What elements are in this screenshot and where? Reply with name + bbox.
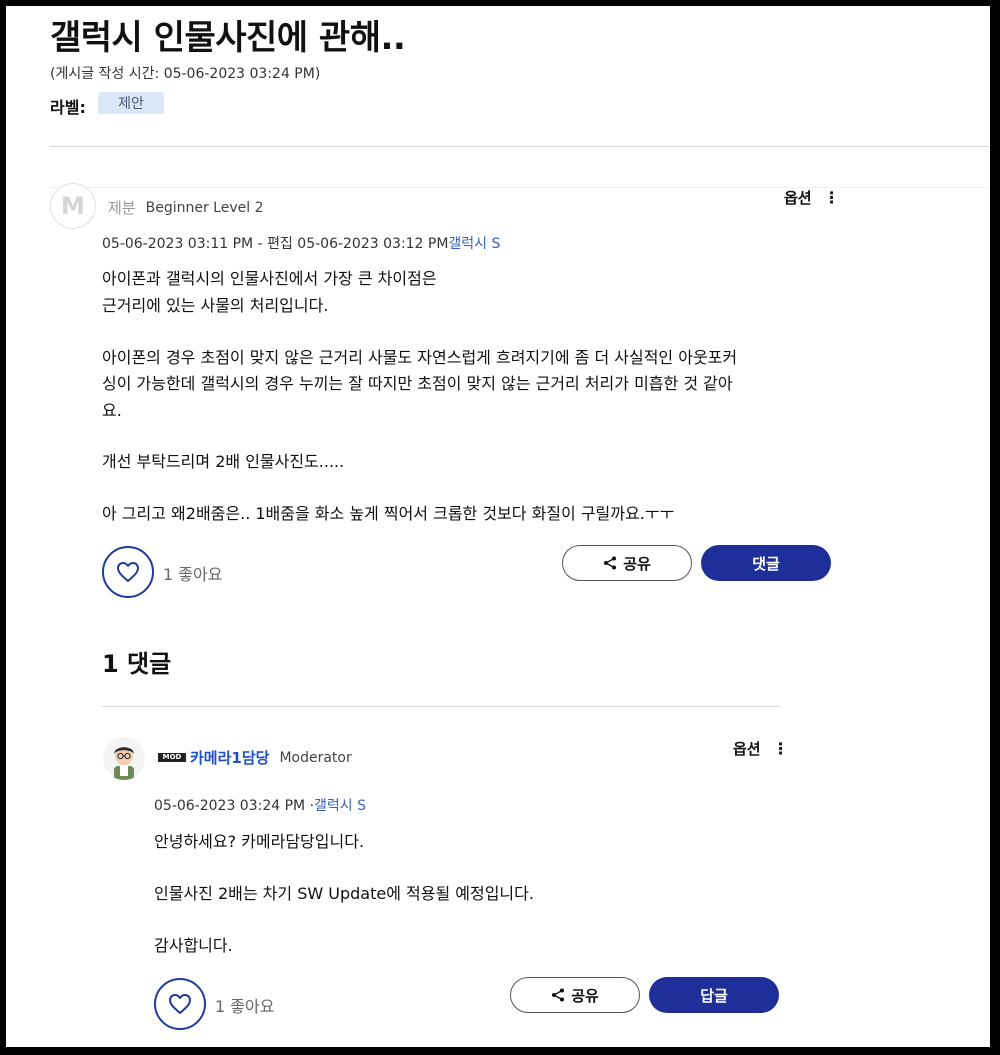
share-label: 공유 xyxy=(571,986,599,1005)
comment-body-line: 감사합니다. xyxy=(154,936,233,955)
post-body-line: 아 그리고 왜2배줌은.. 1배줌을 화소 높게 찍어서 크롭한 것보다 화질이… xyxy=(102,504,675,523)
heart-icon xyxy=(117,562,139,582)
post-body-line: 아이폰의 경우 초점이 맞지 않은 근거리 사물도 자연스럽게 흐려지기에 좀 … xyxy=(102,348,738,367)
post-time: (게시글 작성 시간: 05-06-2023 03:24 PM) xyxy=(50,66,321,82)
reply-button[interactable]: 답글 xyxy=(649,977,779,1013)
comment-options-menu[interactable]: 옵션 ⋮ xyxy=(733,738,789,759)
share-button[interactable]: 공유 xyxy=(510,977,640,1013)
post-body-line: 아이폰과 갤럭시의 인물사진에서 가장 큰 차이점은 xyxy=(102,269,437,288)
post-body-line: 개선 부탁드리며 2배 인물사진도..... xyxy=(102,452,345,471)
post-meta: 05-06-2023 03:11 PM - 편집 05-06-2023 03:1… xyxy=(102,233,500,253)
share-button[interactable]: 공유 xyxy=(562,545,692,581)
comment-author-name[interactable]: 카메라1담당 xyxy=(190,747,269,768)
divider xyxy=(50,146,990,147)
comment-meta: 05-06-2023 03:24 PM ·갤럭시 S xyxy=(154,795,366,815)
comment-button[interactable]: 댓글 xyxy=(701,545,831,581)
heart-icon xyxy=(169,994,191,1014)
kebab-icon: ⋮ xyxy=(823,187,840,207)
post-body-line: 싱이 가능한데 갤럭시의 경우 누끼는 잘 따지만 초점이 맞지 않는 근거리 … xyxy=(102,374,733,393)
post-body-line: 근거리에 있는 사물의 처리입니다. xyxy=(102,296,329,315)
share-icon xyxy=(552,988,565,1002)
like-button[interactable] xyxy=(154,978,206,1030)
options-menu[interactable]: 옵션 ⋮ xyxy=(784,187,840,208)
label-key: 라벨: xyxy=(50,98,86,117)
avatar[interactable] xyxy=(102,736,146,780)
comment-author-rank: Moderator xyxy=(279,749,352,766)
moderator-avatar-icon xyxy=(103,737,145,780)
page-frame: 갤럭시 인물사진에 관해.. (게시글 작성 시간: 05-06-2023 03… xyxy=(6,6,990,1047)
author-row: 제분 Beginner Level 2 xyxy=(108,197,263,218)
options-label: 옵션 xyxy=(733,740,761,758)
comment-body-line: 안녕하세요? 카메라담당입니다. xyxy=(154,832,365,851)
share-label: 공유 xyxy=(623,554,651,573)
avatar[interactable]: M xyxy=(50,183,96,229)
comment-author-row: MOD 카메라1담당 Moderator xyxy=(158,747,352,768)
author-rank: Beginner Level 2 xyxy=(145,199,264,216)
label-chip[interactable]: 제안 xyxy=(98,92,164,114)
board-link[interactable]: 갤럭시 S xyxy=(314,798,366,814)
avatar-letter: M xyxy=(61,192,85,220)
kebab-icon: ⋮ xyxy=(772,738,789,758)
board-link[interactable]: 갤럭시 S xyxy=(448,236,500,252)
page-title: 갤럭시 인물사진에 관해.. xyxy=(50,18,406,58)
comment-body-line: 인물사진 2배는 차기 SW Update에 적용될 예정입니다. xyxy=(154,884,534,903)
post-body-line: 요. xyxy=(102,401,122,420)
share-icon xyxy=(604,556,617,570)
author-name[interactable]: 제분 xyxy=(108,197,136,218)
like-count: 1 좋아요 xyxy=(163,565,223,584)
divider xyxy=(102,706,779,707)
like-count: 1 좋아요 xyxy=(215,997,275,1016)
divider xyxy=(50,187,990,188)
post-meta-time: 05-06-2023 03:11 PM - 편집 05-06-2023 03:1… xyxy=(102,236,449,252)
comments-count-title: 1 댓글 xyxy=(102,650,172,678)
comment-meta-time: 05-06-2023 03:24 PM · xyxy=(154,798,315,814)
like-button[interactable] xyxy=(102,546,154,598)
mod-badge: MOD xyxy=(158,753,186,762)
options-label: 옵션 xyxy=(784,189,812,207)
